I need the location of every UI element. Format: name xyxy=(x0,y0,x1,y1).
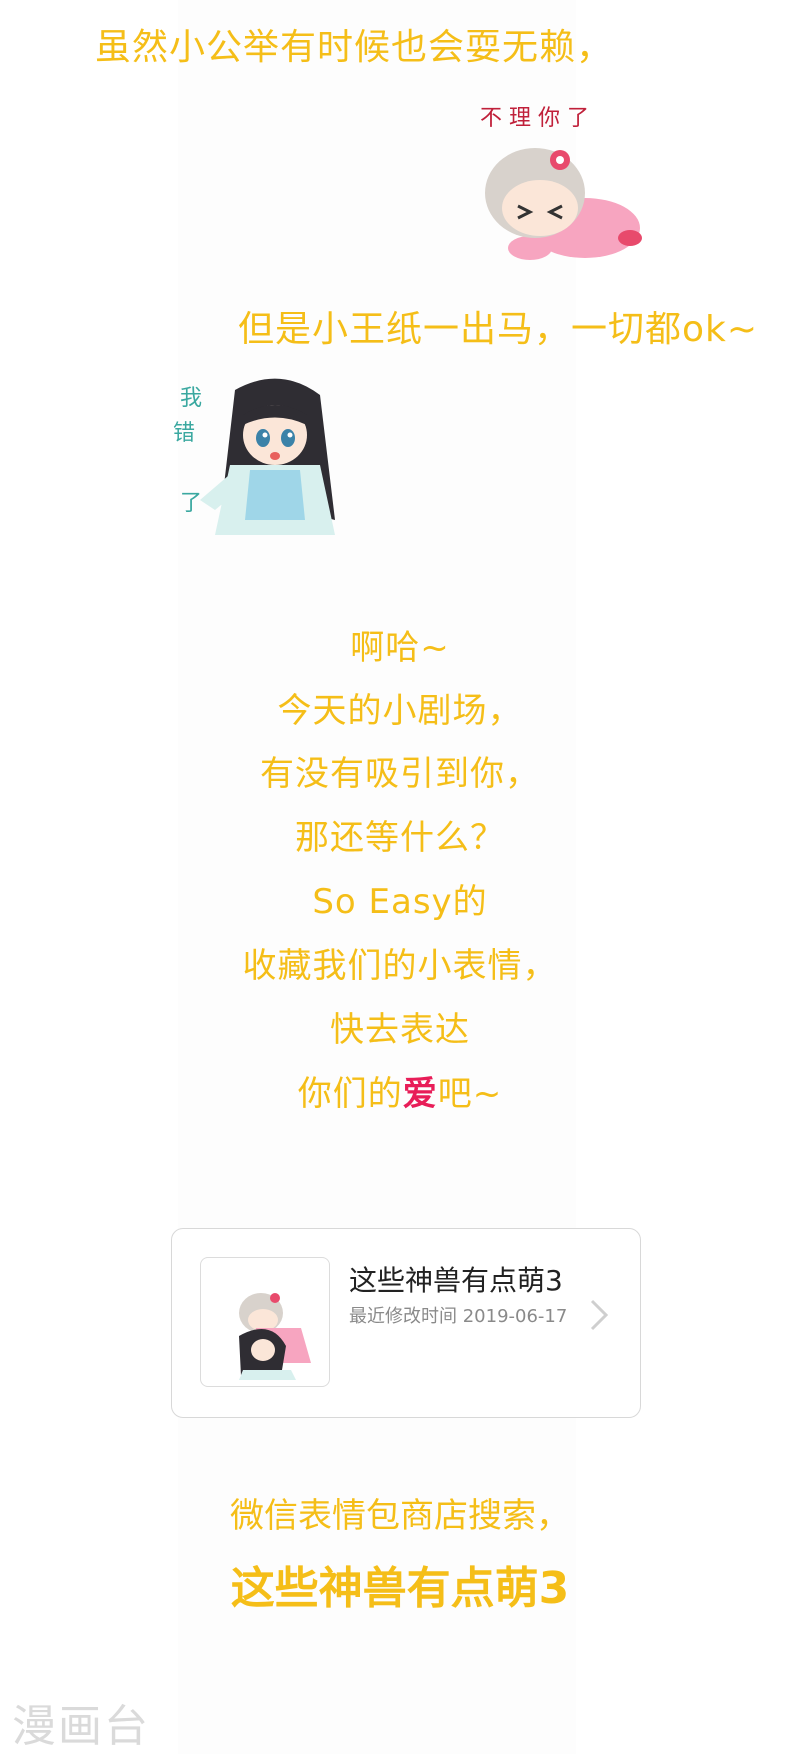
chevron-right-icon[interactable] xyxy=(586,1297,612,1333)
search-keyword: 这些神兽有点萌3 xyxy=(230,1563,570,1614)
sticker1-text: 不 理 你 了 xyxy=(480,106,589,131)
watermark: 漫画台 xyxy=(12,1701,150,1752)
sticker-pack-thumbnail xyxy=(200,1257,330,1387)
sticker-pack-title: 这些神兽有点萌3 xyxy=(349,1264,563,1297)
top-caption: 虽然小公举有时候也会耍无赖， xyxy=(95,27,614,68)
sticker2-text-3: 了 xyxy=(180,491,203,516)
search-instruction: 微信表情包商店搜索， xyxy=(230,1496,570,1536)
last-line-prefix: 你们的 xyxy=(297,1074,403,1114)
message-line-2: 今天的小剧场， xyxy=(277,691,523,731)
message-line-1: 啊哈~ xyxy=(350,628,450,668)
message-line-8: 你们的爱吧~ xyxy=(0,1066,800,1115)
sticker-pack-modified-date: 最近修改时间 2019-06-17 xyxy=(349,1306,568,1327)
sticker2-text-1: 我 xyxy=(180,386,203,411)
last-line-suffix: 吧~ xyxy=(437,1074,503,1114)
message-line-6: 收藏我们的小表情， xyxy=(242,946,558,986)
message-line-4: 那还等什么？ xyxy=(295,818,505,858)
message-line-5: So Easy的 xyxy=(312,882,488,922)
sticker-pack-card[interactable]: 这些神兽有点萌3 最近修改时间 2019-06-17 xyxy=(171,1228,641,1418)
mid-caption: 但是小王纸一出马，一切都ok~ xyxy=(238,309,759,350)
love-highlight: 爱 xyxy=(402,1074,438,1114)
message-line-3: 有没有吸引到你， xyxy=(260,754,540,794)
message-line-7: 快去表达 xyxy=(330,1010,470,1050)
sticker-boy-image xyxy=(195,370,355,550)
sticker2-text-2: 错 xyxy=(173,421,196,446)
